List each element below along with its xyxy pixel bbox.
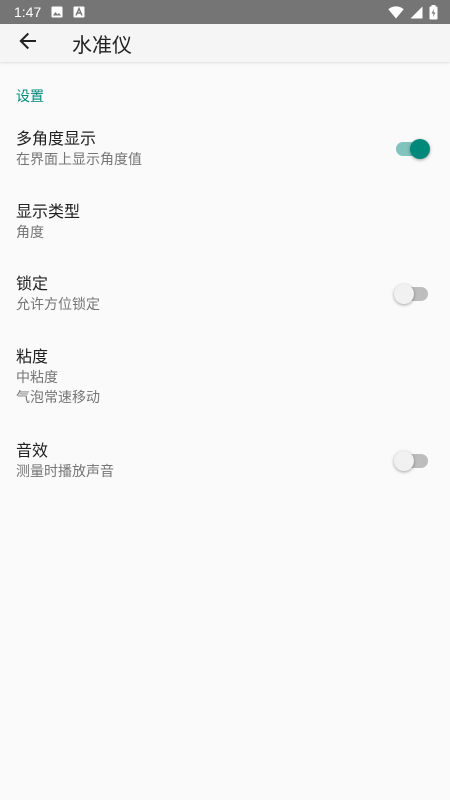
- section-header: 设置: [16, 89, 44, 105]
- multi-angle-switch[interactable]: [394, 137, 430, 161]
- pref-text: 显示类型 角度: [16, 201, 80, 243]
- pref-display-type[interactable]: 显示类型 角度: [0, 186, 450, 258]
- wifi-icon: [388, 5, 404, 19]
- switch-thumb: [394, 284, 414, 304]
- status-right: [388, 4, 438, 20]
- pref-title: 多角度显示: [16, 129, 97, 148]
- pref-summary: 允许方位锁定: [16, 297, 100, 313]
- battery-icon: [429, 4, 438, 20]
- arrow-left-icon: [19, 32, 37, 54]
- pref-summary: 中粘度: [16, 370, 58, 386]
- sound-switch[interactable]: [394, 449, 430, 473]
- pref-text: 多角度显示 在界面上显示角度值: [16, 128, 142, 170]
- image-icon: [51, 6, 63, 18]
- pref-text: 粘度 中粘度 气泡常速移动: [16, 346, 100, 408]
- switch-thumb: [394, 451, 414, 471]
- pref-summary: 在界面上显示角度值: [16, 152, 142, 168]
- status-bar: 1:47: [0, 0, 450, 24]
- app-bar: 水准仪: [0, 24, 450, 62]
- pref-text: 锁定 允许方位锁定: [16, 273, 100, 315]
- pref-viscosity[interactable]: 粘度 中粘度 气泡常速移动: [0, 330, 450, 424]
- pref-multi-angle[interactable]: 多角度显示 在界面上显示角度值: [0, 112, 450, 186]
- pref-title: 锁定: [16, 274, 49, 293]
- pref-text: 音效 测量时播放声音: [16, 440, 114, 482]
- status-left: 1:47: [14, 4, 85, 20]
- status-time: 1:47: [14, 4, 42, 20]
- page-title: 水准仪: [72, 32, 132, 57]
- signal-icon: [410, 6, 423, 19]
- pref-summary: 角度: [16, 225, 44, 241]
- pref-lock[interactable]: 锁定 允许方位锁定: [0, 258, 450, 330]
- pref-title: 显示类型: [16, 202, 81, 221]
- text-box-icon: [73, 6, 85, 18]
- pref-title: 粘度: [16, 347, 49, 366]
- settings-list: 设置 多角度显示 在界面上显示角度值 显示类型 角度 锁定 允许方位锁定 粘度 …: [0, 62, 450, 498]
- back-button[interactable]: [0, 24, 56, 62]
- pref-summary: 测量时播放声音: [16, 464, 114, 480]
- pref-sound[interactable]: 音效 测量时播放声音: [0, 424, 450, 498]
- pref-summary-detail: 气泡常速移动: [16, 390, 100, 406]
- pref-title: 音效: [16, 441, 49, 460]
- switch-thumb: [410, 139, 430, 159]
- lock-switch[interactable]: [394, 282, 430, 306]
